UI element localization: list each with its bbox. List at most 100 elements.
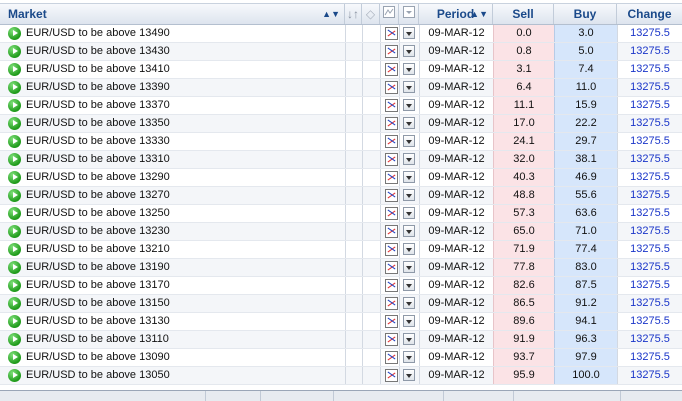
dropdown-cell[interactable]	[399, 367, 419, 384]
table-row[interactable]: EUR/USD to be above 13050 09-MAR-12 95.9…	[0, 367, 682, 385]
dropdown-cell[interactable]	[399, 61, 419, 78]
play-icon[interactable]	[8, 297, 21, 310]
table-row[interactable]: EUR/USD to be above 13410 09-MAR-12 3.1 …	[0, 61, 682, 79]
table-row[interactable]: EUR/USD to be above 13270 09-MAR-12 48.8…	[0, 187, 682, 205]
chart-icon[interactable]	[385, 135, 398, 148]
chart-icon[interactable]	[385, 99, 398, 112]
chevron-down-icon[interactable]	[403, 243, 415, 255]
chevron-down-icon[interactable]	[403, 207, 415, 219]
buy-price[interactable]: 38.1	[554, 151, 617, 168]
market-cell[interactable]: EUR/USD to be above 13350	[0, 115, 345, 132]
chevron-down-icon[interactable]	[403, 117, 415, 129]
chart-cell[interactable]	[380, 259, 399, 276]
sort-arrows-icon[interactable]: ▲▼	[470, 4, 488, 24]
sell-price[interactable]: 3.1	[493, 61, 554, 78]
play-icon[interactable]	[8, 99, 21, 112]
buy-price[interactable]: 3.0	[554, 25, 617, 42]
sell-price[interactable]: 89.6	[493, 313, 554, 330]
dropdown-cell[interactable]	[399, 97, 419, 114]
dropdown-cell[interactable]	[399, 259, 419, 276]
play-icon[interactable]	[8, 351, 21, 364]
chevron-down-icon[interactable]	[403, 153, 415, 165]
chart-cell[interactable]	[380, 79, 399, 96]
play-icon[interactable]	[8, 189, 21, 202]
sort-order-icon[interactable]: ↓↑	[345, 4, 362, 24]
chevron-down-icon[interactable]	[403, 99, 415, 111]
dropdown-cell[interactable]	[399, 313, 419, 330]
chart-cell[interactable]	[380, 151, 399, 168]
chart-icon[interactable]	[385, 27, 398, 40]
chart-cell[interactable]	[380, 97, 399, 114]
play-icon[interactable]	[8, 81, 21, 94]
column-header-sell[interactable]: Sell	[493, 4, 554, 24]
sell-price[interactable]: 65.0	[493, 223, 554, 240]
table-row[interactable]: EUR/USD to be above 13210 09-MAR-12 71.9…	[0, 241, 682, 259]
chart-icon[interactable]	[385, 225, 398, 238]
buy-price[interactable]: 87.5	[554, 277, 617, 294]
buy-price[interactable]: 91.2	[554, 295, 617, 312]
market-cell[interactable]: EUR/USD to be above 13410	[0, 61, 345, 78]
play-icon[interactable]	[8, 27, 21, 40]
play-icon[interactable]	[8, 135, 21, 148]
play-icon[interactable]	[8, 369, 21, 382]
dropdown-cell[interactable]	[399, 187, 419, 204]
table-row[interactable]: EUR/USD to be above 13370 09-MAR-12 11.1…	[0, 97, 682, 115]
chart-cell[interactable]	[380, 367, 399, 384]
chart-icon[interactable]	[385, 243, 398, 256]
market-cell[interactable]: EUR/USD to be above 13230	[0, 223, 345, 240]
sell-price[interactable]: 71.9	[493, 241, 554, 258]
chart-icon[interactable]	[385, 153, 398, 166]
buy-price[interactable]: 94.1	[554, 313, 617, 330]
play-icon[interactable]	[8, 261, 21, 274]
dropdown-cell[interactable]	[399, 331, 419, 348]
buy-price[interactable]: 11.0	[554, 79, 617, 96]
chevron-down-icon[interactable]	[403, 315, 415, 327]
dropdown-header-icon[interactable]	[399, 4, 419, 24]
buy-price[interactable]: 71.0	[554, 223, 617, 240]
dropdown-cell[interactable]	[399, 79, 419, 96]
table-row[interactable]: EUR/USD to be above 13130 09-MAR-12 89.6…	[0, 313, 682, 331]
table-row[interactable]: EUR/USD to be above 13090 09-MAR-12 93.7…	[0, 349, 682, 367]
buy-price[interactable]: 7.4	[554, 61, 617, 78]
chevron-down-icon[interactable]	[403, 63, 415, 75]
tag-icon[interactable]: ◇	[362, 4, 380, 24]
market-cell[interactable]: EUR/USD to be above 13250	[0, 205, 345, 222]
dropdown-cell[interactable]	[399, 205, 419, 222]
chart-icon[interactable]	[385, 63, 398, 76]
chevron-down-icon[interactable]	[403, 297, 415, 309]
table-row[interactable]: EUR/USD to be above 13150 09-MAR-12 86.5…	[0, 295, 682, 313]
dropdown-cell[interactable]	[399, 43, 419, 60]
chart-icon[interactable]	[385, 189, 398, 202]
chart-icon[interactable]	[385, 171, 398, 184]
sell-price[interactable]: 40.3	[493, 169, 554, 186]
chevron-down-icon[interactable]	[403, 333, 415, 345]
dropdown-cell[interactable]	[399, 25, 419, 42]
play-icon[interactable]	[8, 243, 21, 256]
sell-price[interactable]: 24.1	[493, 133, 554, 150]
sell-price[interactable]: 17.0	[493, 115, 554, 132]
play-icon[interactable]	[8, 153, 21, 166]
play-icon[interactable]	[8, 63, 21, 76]
table-row[interactable]: EUR/USD to be above 13110 09-MAR-12 91.9…	[0, 331, 682, 349]
chart-cell[interactable]	[380, 331, 399, 348]
buy-price[interactable]: 100.0	[554, 367, 617, 384]
market-cell[interactable]: EUR/USD to be above 13430	[0, 43, 345, 60]
market-cell[interactable]: EUR/USD to be above 13110	[0, 331, 345, 348]
sell-price[interactable]: 0.0	[493, 25, 554, 42]
chevron-down-icon[interactable]	[403, 81, 415, 93]
column-header-buy[interactable]: Buy	[554, 4, 617, 24]
sell-price[interactable]: 82.6	[493, 277, 554, 294]
dropdown-cell[interactable]	[399, 241, 419, 258]
sell-price[interactable]: 32.0	[493, 151, 554, 168]
table-row[interactable]: EUR/USD to be above 13490 09-MAR-12 0.0 …	[0, 25, 682, 43]
market-cell[interactable]: EUR/USD to be above 13290	[0, 169, 345, 186]
sell-price[interactable]: 86.5	[493, 295, 554, 312]
sell-price[interactable]: 77.8	[493, 259, 554, 276]
chevron-down-icon[interactable]	[403, 225, 415, 237]
dropdown-cell[interactable]	[399, 277, 419, 294]
column-header-period[interactable]: Period ▲▼	[419, 4, 493, 24]
chart-icon[interactable]	[385, 45, 398, 58]
chevron-down-icon[interactable]	[403, 171, 415, 183]
dropdown-cell[interactable]	[399, 115, 419, 132]
buy-price[interactable]: 15.9	[554, 97, 617, 114]
